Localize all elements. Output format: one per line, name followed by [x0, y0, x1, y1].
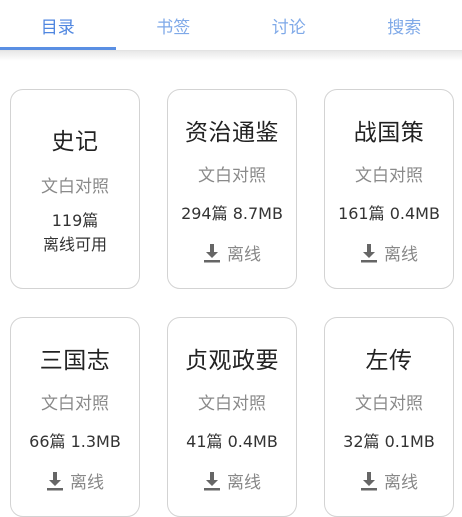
book-meta: 294篇 8.7MB — [181, 200, 283, 224]
offline-status: 离线可用 — [43, 233, 107, 257]
book-subtitle: 文白对照 — [198, 161, 266, 186]
tab-search[interactable]: 搜索 — [347, 0, 462, 50]
download-icon — [46, 471, 64, 491]
header-shadow — [0, 51, 462, 61]
download-label: 离线 — [227, 468, 261, 493]
download-offline-button[interactable]: 离线 — [360, 468, 418, 493]
book-title: 贞观政要 — [185, 341, 279, 375]
book-card-zuozhuan[interactable]: 左传 文白对照 32篇 0.1MB 离线 — [324, 317, 454, 517]
book-meta: 32篇 0.1MB — [343, 428, 435, 452]
download-icon — [360, 471, 378, 491]
download-label: 离线 — [384, 240, 418, 265]
book-card-zizhitongjian[interactable]: 资治通鉴 文白对照 294篇 8.7MB 离线 — [167, 89, 297, 289]
tab-contents[interactable]: 目录 — [0, 0, 116, 50]
book-meta: 66篇 1.3MB — [29, 428, 121, 452]
book-meta: 161篇 0.4MB — [338, 200, 440, 224]
book-count: 119篇 — [52, 209, 99, 233]
book-grid: 史记 文白对照 119篇 离线可用 资治通鉴 文白对照 294篇 8.7MB 离… — [10, 89, 456, 517]
book-subtitle: 文白对照 — [198, 389, 266, 414]
book-title: 左传 — [366, 341, 413, 375]
tab-discussion[interactable]: 讨论 — [231, 0, 347, 50]
tab-bar: 目录 书签 讨论 搜索 — [0, 0, 462, 50]
book-subtitle: 文白对照 — [41, 172, 109, 197]
book-subtitle: 文白对照 — [355, 161, 423, 186]
download-offline-button[interactable]: 离线 — [203, 468, 261, 493]
download-label: 离线 — [227, 240, 261, 265]
book-card-shiji[interactable]: 史记 文白对照 119篇 离线可用 — [10, 89, 140, 289]
download-icon — [360, 243, 378, 263]
book-card-zhenguanzhengyao[interactable]: 贞观政要 文白对照 41篇 0.4MB 离线 — [167, 317, 297, 517]
book-meta: 41篇 0.4MB — [186, 428, 278, 452]
book-card-zhanguoce[interactable]: 战国策 文白对照 161篇 0.4MB 离线 — [324, 89, 454, 289]
download-offline-button[interactable]: 离线 — [203, 240, 261, 265]
book-title: 资治通鉴 — [185, 113, 279, 147]
book-title: 三国志 — [40, 341, 111, 375]
book-title: 史记 — [52, 122, 99, 156]
book-card-sanguozhi[interactable]: 三国志 文白对照 66篇 1.3MB 离线 — [10, 317, 140, 517]
download-label: 离线 — [384, 468, 418, 493]
book-title: 战国策 — [354, 113, 425, 147]
book-subtitle: 文白对照 — [355, 389, 423, 414]
download-offline-button[interactable]: 离线 — [46, 468, 104, 493]
download-icon — [203, 243, 221, 263]
download-label: 离线 — [70, 468, 104, 493]
book-subtitle: 文白对照 — [41, 389, 109, 414]
download-offline-button[interactable]: 离线 — [360, 240, 418, 265]
download-icon — [203, 471, 221, 491]
tab-bookmarks[interactable]: 书签 — [116, 0, 232, 50]
